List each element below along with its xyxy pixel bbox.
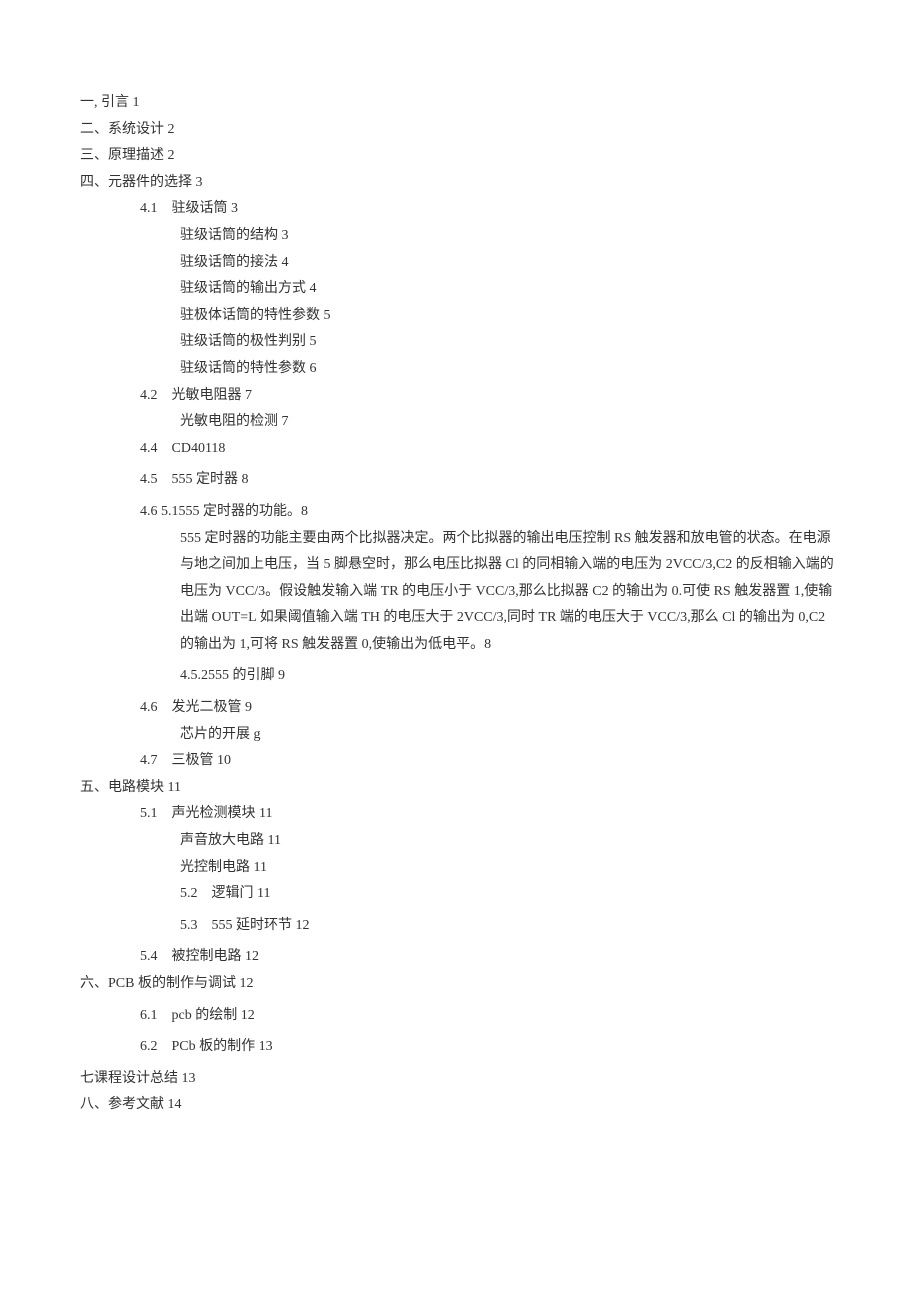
toc-line: 6.1 pcb 的绘制 12 xyxy=(80,1003,840,1030)
toc-line: 光敏电阻的检测 7 xyxy=(80,409,840,436)
toc-line: 6.2 PCb 板的制作 13 xyxy=(80,1034,840,1061)
toc-line: 三、原理描述 2 xyxy=(80,143,840,170)
toc-line: 4.7 三极管 10 xyxy=(80,748,840,775)
toc-line: 驻级话筒的极性判别 5 xyxy=(80,329,840,356)
toc-line: 驻级话筒的输出方式 4 xyxy=(80,276,840,303)
toc-line: 光控制电路 11 xyxy=(80,855,840,882)
toc-line: 5.1 声光检测模块 11 xyxy=(80,801,840,828)
toc-line: 芯片的开展 g xyxy=(80,722,840,749)
toc-line: 4.4 CD40118 xyxy=(80,436,840,463)
toc-line: 4.1 驻级话筒 3 xyxy=(80,196,840,223)
toc-line: 5.2 逻辑门 11 xyxy=(80,881,840,908)
toc-line: 4.6 发光二极管 9 xyxy=(80,695,840,722)
toc-line: 4.5.2555 的引脚 9 xyxy=(80,663,840,690)
toc-line: 5.4 被控制电路 12 xyxy=(80,944,840,971)
toc-line: 八、参考文献 14 xyxy=(80,1092,840,1119)
toc-line: 驻级话筒的接法 4 xyxy=(80,250,840,277)
toc-line: 六、PCB 板的制作与调试 12 xyxy=(80,971,840,998)
toc-line: 5.3 555 延时环节 12 xyxy=(80,913,840,940)
toc-line: 4.2 光敏电阻器 7 xyxy=(80,383,840,410)
toc-line: 七课程设计总结 13 xyxy=(80,1066,840,1093)
toc-line: 4.5 555 定时器 8 xyxy=(80,467,840,494)
table-of-contents: 一, 引言 1二、系统设计 2三、原理描述 2四、元器件的选择 34.1 驻级话… xyxy=(80,90,840,1119)
toc-line: 四、元器件的选择 3 xyxy=(80,170,840,197)
toc-line: 五、电路模块 11 xyxy=(80,775,840,802)
toc-line: 驻级话筒的特性参数 6 xyxy=(80,356,840,383)
toc-line: 声音放大电路 11 xyxy=(80,828,840,855)
toc-line: 一, 引言 1 xyxy=(80,90,840,117)
toc-line: 驻级话筒的结构 3 xyxy=(80,223,840,250)
toc-line: 555 定时器的功能主要由两个比拟器决定。两个比拟器的输出电压控制 RS 触发器… xyxy=(80,526,840,659)
toc-line: 驻极体话筒的特性参数 5 xyxy=(80,303,840,330)
toc-line: 二、系统设计 2 xyxy=(80,117,840,144)
toc-line: 4.6 5.1555 定时器的功能。8 xyxy=(80,499,840,526)
